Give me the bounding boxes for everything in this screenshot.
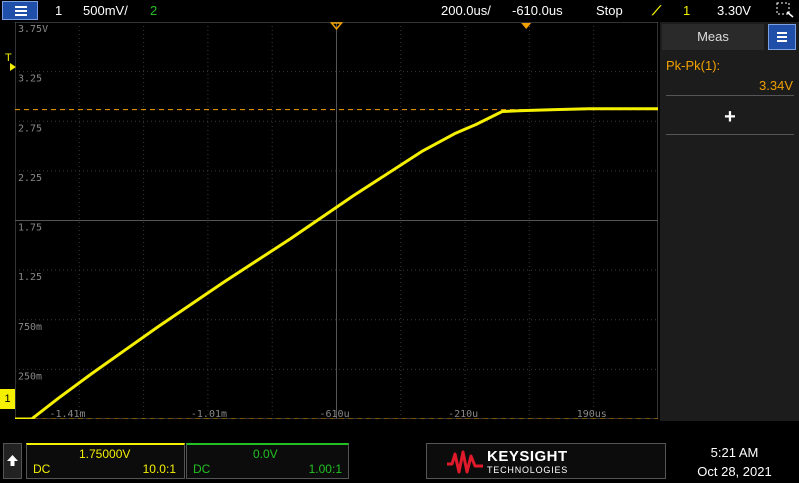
y-tick-label: 250m [18, 371, 42, 382]
keysight-wave-icon [447, 450, 483, 474]
meas-tab[interactable]: Meas [662, 24, 764, 50]
brand-subtitle: TECHNOLOGIES [487, 465, 569, 475]
add-measurement-button[interactable]: + [666, 100, 794, 134]
y-tick-label: 750m [18, 322, 42, 333]
brand-name: KEYSIGHT [487, 448, 568, 465]
panel-menu-icon[interactable] [768, 24, 796, 50]
channel2-number[interactable]: 2 [150, 3, 157, 18]
y-tick-label: 3.25 [18, 74, 42, 85]
keysight-logo: KEYSIGHT TECHNOLOGIES [426, 443, 666, 479]
ch2-offset: 0.0V [253, 447, 278, 461]
y-tick-label: 1.75 [18, 223, 42, 234]
y-tick-label: 1.25 [18, 272, 42, 283]
waveform-display[interactable]: 3.75V 3.25 2.75 2.25 1.75 1.25 750m 250m -1.41m -… [15, 22, 658, 419]
ch2-probe: 1.00:1 [308, 462, 342, 476]
ground-marker[interactable]: 1 [0, 389, 15, 409]
divider [666, 134, 794, 135]
clock-date: Oct 28, 2021 [697, 464, 772, 479]
trigger-channel[interactable]: 1 [683, 3, 690, 18]
x-tick-label: -610u [320, 409, 350, 419]
x-tick-label: -1.01m [191, 409, 227, 419]
channel1-number[interactable]: 1 [55, 3, 62, 18]
time-scale[interactable]: 200.0us/ [441, 3, 491, 18]
ch2-coupling: DC [193, 462, 211, 476]
channel1-info-box[interactable]: 1.75000V DC 10.0:1 [26, 443, 185, 479]
date-time: 5:21 AM Oct 28, 2021 [672, 445, 797, 479]
channel1-scale[interactable]: 500mV/ [83, 3, 128, 18]
x-tick-label: -210u [448, 409, 478, 419]
top-status-bar: 1 500mV/ 2 200.0us/ -610.0us Stop ⟋ 1 3.… [0, 0, 799, 22]
main-menu-button[interactable] [2, 1, 38, 20]
time-offset[interactable]: -610.0us [512, 3, 563, 18]
y-tick-label: 3.75V [18, 24, 48, 35]
ch1-offset: 1.75000V [79, 447, 131, 461]
ch1-probe: 10.0:1 [142, 462, 176, 476]
x-tick-label: 190us [577, 409, 607, 419]
measurement-panel: Meas Pk-Pk(1): 3.34V + [660, 22, 799, 421]
measurement-label[interactable]: Pk-Pk(1): [666, 58, 720, 73]
y-tick-label: 2.75 [18, 123, 42, 134]
run-state[interactable]: Stop [596, 3, 623, 18]
clock-time: 5:21 AM [710, 445, 759, 460]
trigger-rising-edge-icon[interactable]: ⟋ [652, 3, 661, 19]
trigger-level[interactable]: 3.30V [717, 3, 751, 18]
ground-marker-label: 1 [4, 393, 11, 405]
zoom-box-icon[interactable] [776, 2, 794, 21]
ch1-coupling: DC [33, 462, 51, 476]
divider [666, 95, 794, 96]
trigger-level-arrow-icon[interactable] [10, 63, 16, 71]
y-tick-label: 2.25 [18, 173, 42, 184]
measurement-value: 3.34V [759, 78, 793, 93]
x-tick-label: -1.41m [49, 409, 85, 419]
expand-up-button[interactable] [3, 443, 22, 479]
bottom-bar: 1.75000V DC 10.0:1 0.0V DC 1.00:1 KEYSIG… [0, 421, 799, 481]
channel2-info-box[interactable]: 0.0V DC 1.00:1 [186, 443, 349, 479]
